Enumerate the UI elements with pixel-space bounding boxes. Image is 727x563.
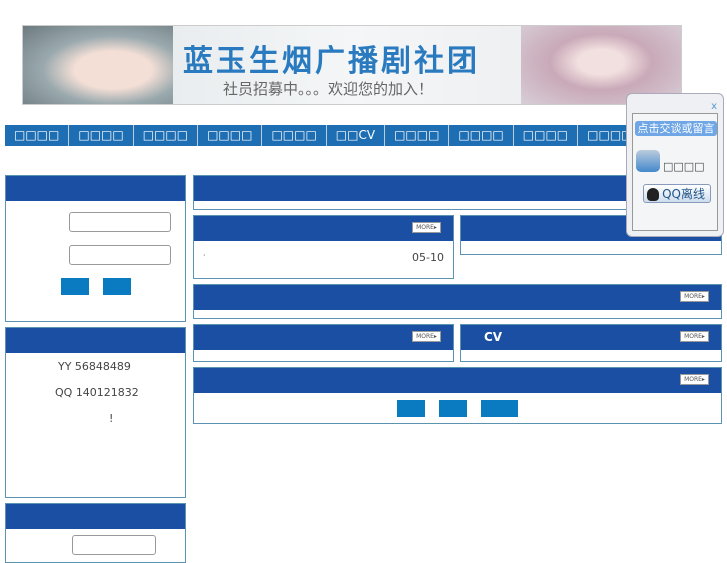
panel-header: MORE▸	[194, 368, 721, 393]
qq-penguin-icon	[647, 188, 659, 201]
banner: 蓝玉生烟广播剧社团 社员招募中。。。欢迎您的加入！	[22, 25, 682, 105]
nav-item[interactable]: □□□□	[262, 125, 327, 146]
more-link[interactable]: MORE▸	[680, 291, 709, 302]
panel-header	[6, 328, 185, 353]
link-button[interactable]	[397, 400, 425, 417]
cv-title: CV	[484, 330, 503, 344]
banner-title: 蓝玉生烟广播剧社团	[183, 44, 480, 79]
main-nav: □□□□ □□□□ □□□□ □□□□ □□□□ □□CV □□□□ □□□□ …	[5, 125, 643, 146]
close-icon[interactable]: x	[711, 101, 717, 112]
talk-button[interactable]: 点击交谈或留言	[635, 121, 717, 136]
nav-item[interactable]: □□□□	[69, 125, 134, 146]
more-link[interactable]: MORE▸	[412, 222, 441, 233]
nav-item[interactable]: □□□□	[5, 125, 70, 146]
yy-number: YY 56848489	[58, 360, 131, 373]
contact-panel: YY 56848489 QQ 140121832 !	[5, 327, 186, 498]
qq-panel-body: 点击交谈或留言 □□□□ QQ离线	[632, 113, 718, 231]
works-panel: MORE▸	[193, 284, 722, 319]
users-icon	[636, 150, 660, 172]
link-button[interactable]	[481, 400, 518, 417]
contact-note: !	[109, 412, 114, 425]
more-link[interactable]: MORE▸	[412, 331, 441, 342]
qq-status-label: QQ离线	[662, 187, 705, 201]
more-link[interactable]: MORE▸	[680, 374, 709, 385]
qq-float-panel: x 点击交谈或留言 □□□□ QQ离线	[626, 93, 724, 237]
news-date: 05-10	[412, 251, 444, 264]
news-panel: MORE▸ · 05-10	[193, 215, 454, 279]
login-button[interactable]	[61, 278, 89, 295]
banner-subtitle: 社员招募中。。。欢迎您的加入！	[223, 80, 434, 98]
nav-item[interactable]: □□□□	[449, 125, 514, 146]
panel-header: CV MORE▸	[461, 325, 721, 350]
qq-contact-name: □□□□	[663, 160, 705, 173]
search-input[interactable]	[72, 535, 156, 555]
left-panel-3	[5, 503, 186, 563]
panel-header	[6, 504, 185, 529]
panel-header: MORE▸	[194, 285, 721, 310]
register-button[interactable]	[103, 278, 131, 295]
qq-number: QQ 140121832	[55, 386, 139, 399]
cv-panel: CV MORE▸	[460, 324, 722, 362]
qq-status-button[interactable]: QQ离线	[643, 184, 711, 203]
password-input[interactable]	[69, 245, 171, 265]
panel-header: MORE▸	[194, 325, 453, 350]
links-panel: MORE▸	[193, 367, 722, 424]
nav-item[interactable]: □□□□	[385, 125, 450, 146]
panel-header	[6, 176, 185, 201]
banner-image-left	[23, 26, 173, 104]
link-button[interactable]	[439, 400, 467, 417]
nav-item-cv[interactable]: □□CV	[326, 125, 386, 146]
panel-header: MORE▸	[194, 216, 453, 241]
nav-item[interactable]: □□□□	[513, 125, 579, 146]
username-input[interactable]	[69, 212, 171, 232]
nav-item[interactable]: □□□□	[198, 125, 263, 146]
nav-item[interactable]: □□□□	[133, 125, 199, 146]
login-panel	[5, 175, 186, 322]
more-link[interactable]: MORE▸	[680, 331, 709, 342]
left-panel-4: MORE▸	[193, 324, 454, 362]
news-bullet: ·	[203, 251, 206, 260]
